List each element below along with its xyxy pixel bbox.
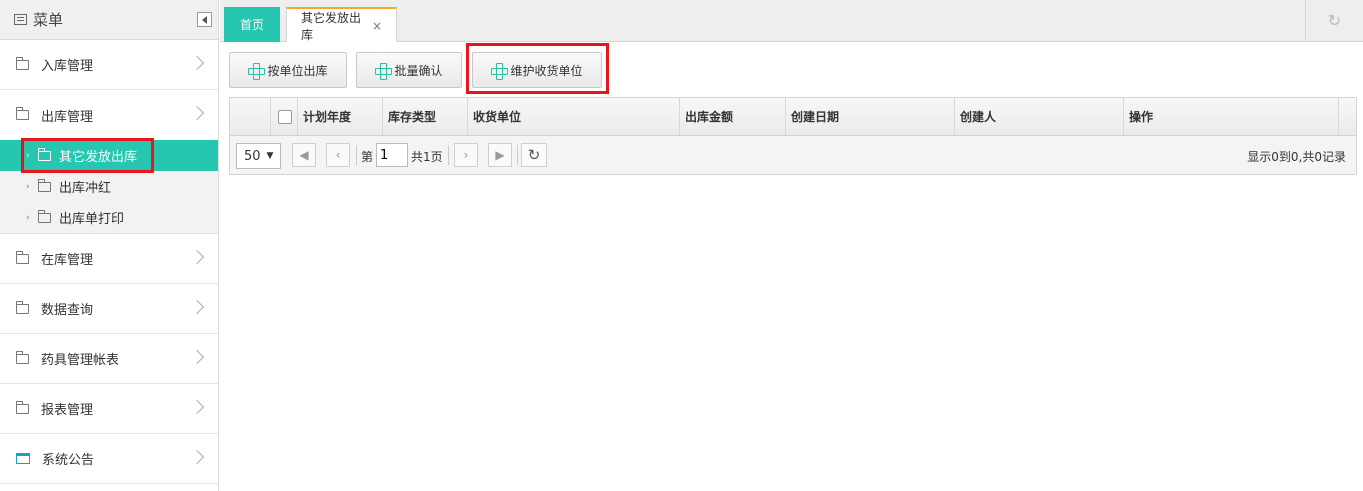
- page-size-select[interactable]: 50 ▼: [236, 143, 281, 169]
- batch-confirm-button[interactable]: 批量确认: [356, 52, 462, 88]
- folder-icon: [16, 56, 29, 70]
- data-grid: 计划年度 库存类型 收货单位 出库金额 创建日期 创建人 操作 50 ▼ ◀ ‹…: [229, 97, 1357, 175]
- submenu-item-label: 其它发放出库: [59, 150, 138, 165]
- sidebar-item-reports[interactable]: 报表管理: [0, 384, 218, 434]
- outbound-by-unit-button[interactable]: 按单位出库: [229, 52, 347, 88]
- reload-button[interactable]: ↻: [521, 143, 547, 167]
- sidebar-item-data-query[interactable]: 数据查询: [0, 284, 218, 334]
- plus-icon: [248, 62, 266, 80]
- button-label: 维护收货单位: [510, 63, 583, 78]
- page-total: 共1页: [411, 150, 443, 164]
- prev-page-button[interactable]: ‹: [326, 143, 350, 167]
- menu-title: 菜单: [33, 11, 64, 29]
- refresh-icon: ↻: [1327, 11, 1342, 30]
- sidebar-item-outbound[interactable]: 出库管理: [0, 90, 218, 140]
- page-size-value: 50: [244, 148, 261, 164]
- close-icon[interactable]: ×: [372, 19, 382, 33]
- column-header[interactable]: 库存类型: [383, 98, 468, 135]
- caret-right-icon: ›: [26, 150, 30, 161]
- folder-icon: [38, 178, 51, 192]
- submenu-item-outbound-reversal[interactable]: › 出库冲红: [0, 171, 218, 202]
- maintain-receiver-button[interactable]: 维护收货单位: [472, 52, 602, 88]
- column-header[interactable]: 创建人: [955, 98, 1124, 135]
- plus-icon: [491, 62, 509, 80]
- submenu-item-label: 出库冲红: [59, 181, 112, 196]
- folder-open-icon: [38, 147, 51, 161]
- outbound-submenu: › 其它发放出库 › 出库冲红 › 出库单打印: [0, 138, 218, 234]
- sidebar: 菜单 入库管理 出库管理 › 其它发放出库 › 出库冲红 › 出库单打印 在库管…: [0, 0, 219, 491]
- folder-open-icon: [16, 107, 29, 120]
- tab-home[interactable]: 首页: [224, 7, 280, 42]
- button-label: 按单位出库: [267, 63, 328, 78]
- first-page-button[interactable]: ◀: [292, 143, 316, 167]
- folder-icon: [16, 300, 29, 314]
- menu-list-icon: [14, 14, 27, 25]
- sidebar-item-label: 系统公告: [42, 453, 95, 468]
- last-page-button[interactable]: ▶: [488, 143, 512, 167]
- column-header[interactable]: 出库金额: [680, 98, 786, 135]
- submenu-item-other-outbound[interactable]: › 其它发放出库: [0, 140, 218, 171]
- folder-icon: [16, 350, 29, 364]
- pager-divider: [356, 145, 357, 165]
- chevron-right-icon: [189, 55, 205, 71]
- select-all-cell: [271, 98, 298, 135]
- sidebar-item-label: 数据查询: [41, 303, 94, 318]
- sidebar-item-label: 在库管理: [41, 253, 94, 268]
- column-header[interactable]: 计划年度: [298, 98, 383, 135]
- sidebar-item-inbound[interactable]: 入库管理: [0, 40, 218, 90]
- button-label: 批量确认: [394, 63, 443, 78]
- collapse-sidebar-button[interactable]: [197, 12, 212, 27]
- sidebar-item-in-stock[interactable]: 在库管理: [0, 234, 218, 284]
- sidebar-item-supplies-ledger[interactable]: 药具管理帐表: [0, 334, 218, 384]
- chevron-right-icon: [189, 349, 205, 365]
- sidebar-item-label: 入库管理: [41, 59, 94, 74]
- column-header[interactable]: 收货单位: [468, 98, 680, 135]
- next-page-button[interactable]: ›: [454, 143, 478, 167]
- menu-header: 菜单: [0, 0, 218, 40]
- tab-label: 首页: [239, 18, 264, 32]
- tab-label: 其它发放出库: [301, 10, 362, 42]
- chevron-right-icon: [189, 299, 205, 315]
- submenu-item-label: 出库单打印: [59, 212, 125, 227]
- pager-divider: [448, 145, 449, 165]
- tab-bar: 首页 其它发放出库 × ↻: [220, 0, 1363, 42]
- chevron-right-icon: [189, 249, 205, 265]
- caret-right-icon: ›: [26, 212, 30, 223]
- sidebar-item-label: 出库管理: [41, 109, 94, 125]
- refresh-tab-button[interactable]: ↻: [1305, 0, 1363, 41]
- column-header[interactable]: 操作: [1124, 98, 1339, 135]
- grid-header: 计划年度 库存类型 收货单位 出库金额 创建日期 创建人 操作: [230, 98, 1356, 136]
- refresh-icon: ↻: [527, 146, 541, 164]
- plus-icon: [375, 62, 393, 80]
- folder-icon: [38, 209, 51, 223]
- tab-other-outbound[interactable]: 其它发放出库 ×: [286, 7, 397, 42]
- chevron-right-icon: [189, 449, 205, 465]
- chevron-right-icon: [189, 105, 205, 121]
- select-all-checkbox[interactable]: [278, 109, 292, 124]
- row-number-header: [230, 98, 271, 135]
- sidebar-item-announcements[interactable]: 系统公告: [0, 434, 218, 484]
- sidebar-item-label: 报表管理: [41, 403, 94, 418]
- column-header[interactable]: 创建日期: [786, 98, 955, 135]
- record-summary: 显示0到0,共0记录: [1247, 150, 1346, 164]
- pager: 50 ▼ ◀ ‹ 第 共1页 › ▶ ↻ 显示0到0,共0记录: [230, 136, 1356, 174]
- monitor-icon: [16, 453, 30, 464]
- page-number-input[interactable]: [376, 143, 408, 167]
- submenu-item-outbound-print[interactable]: › 出库单打印: [0, 202, 218, 233]
- caret-right-icon: ›: [26, 181, 30, 192]
- page-prefix: 第: [361, 150, 374, 164]
- caret-down-icon: ▼: [266, 151, 274, 161]
- folder-icon: [16, 250, 29, 264]
- pager-divider: [517, 145, 518, 165]
- sidebar-item-label: 药具管理帐表: [41, 353, 120, 368]
- chevron-right-icon: [189, 399, 205, 415]
- folder-icon: [16, 400, 29, 414]
